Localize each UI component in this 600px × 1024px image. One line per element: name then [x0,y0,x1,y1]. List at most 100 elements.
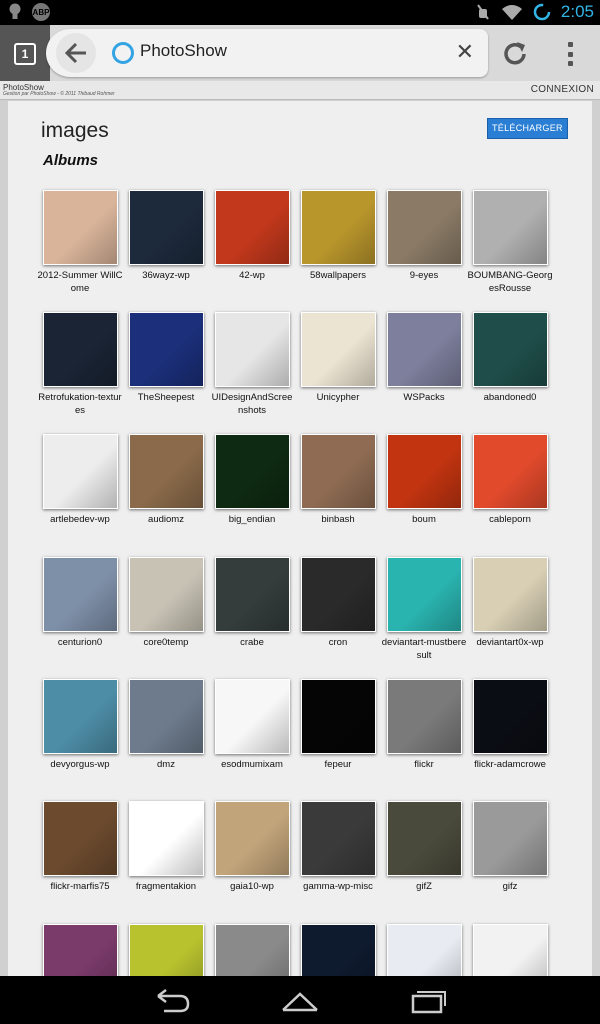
back-button[interactable] [56,33,96,73]
reload-icon[interactable] [500,39,530,69]
album-thumbnail[interactable] [42,434,118,509]
album-thumbnail[interactable] [386,557,462,632]
album-label[interactable]: Unicypher [295,391,381,404]
album-label[interactable]: fragmentakion [123,880,209,893]
album-label[interactable]: BOUMBANG-GeorgesRousse [467,269,553,295]
album-label[interactable]: fepeur [295,758,381,771]
album-label[interactable]: WSPacks [381,391,467,404]
album-label[interactable]: crabe [209,636,295,649]
album-item[interactable]: UIDesignAndScreenshots [209,312,295,417]
album-thumbnail[interactable] [472,434,548,509]
album-item[interactable]: gifz [467,801,553,893]
album-label[interactable]: flickr-marfis75 [37,880,123,893]
album-thumbnail[interactable] [472,679,548,754]
album-item[interactable] [381,924,467,976]
album-item[interactable]: cableporn [467,434,553,526]
album-label[interactable]: Retrofukation-textures [37,391,123,417]
album-item[interactable]: deviantart-mustberesult [381,557,467,662]
album-thumbnail[interactable] [472,557,548,632]
album-thumbnail[interactable] [42,924,118,976]
album-item[interactable]: crabe [209,557,295,649]
album-thumbnail[interactable] [300,679,376,754]
album-label[interactable]: deviantart0x-wp [467,636,553,649]
album-thumbnail[interactable] [42,190,118,265]
album-item[interactable]: core0temp [123,557,209,649]
album-item[interactable]: artlebedev-wp [37,434,123,526]
album-label[interactable]: TheSheepest [123,391,209,404]
album-thumbnail[interactable] [214,679,290,754]
album-label[interactable]: UIDesignAndScreenshots [209,391,295,417]
album-item[interactable] [295,924,381,976]
album-label[interactable]: core0temp [123,636,209,649]
album-item[interactable]: audiomz [123,434,209,526]
album-item[interactable]: flickr-marfis75 [37,801,123,893]
album-label[interactable]: cron [295,636,381,649]
album-item[interactable]: 9-eyes [381,190,467,282]
album-label[interactable]: audiomz [123,513,209,526]
album-label[interactable]: gamma-wp-misc [295,880,381,893]
album-item[interactable]: Retrofukation-textures [37,312,123,417]
album-label[interactable]: boum [381,513,467,526]
album-item[interactable]: centurion0 [37,557,123,649]
album-label[interactable]: gifZ [381,880,467,893]
album-item[interactable]: flickr-adamcrowe [467,679,553,771]
album-item[interactable]: gaia10-wp [209,801,295,893]
tab-switcher-button[interactable]: 1 [0,25,50,81]
album-thumbnail[interactable] [300,924,376,976]
album-label[interactable]: 9-eyes [381,269,467,282]
album-item[interactable]: WSPacks [381,312,467,404]
album-label[interactable]: gifz [467,880,553,893]
album-label[interactable]: deviantart-mustberesult [381,636,467,662]
album-label[interactable]: flickr-adamcrowe [467,758,553,771]
album-label[interactable]: centurion0 [37,636,123,649]
album-item[interactable]: gamma-wp-misc [295,801,381,893]
upload-button[interactable]: TÉLÉCHARGER [487,118,568,139]
album-thumbnail[interactable] [214,312,290,387]
album-thumbnail[interactable] [386,924,462,976]
album-label[interactable]: flickr [381,758,467,771]
home-nav-icon[interactable] [280,984,320,1016]
album-thumbnail[interactable] [42,679,118,754]
album-thumbnail[interactable] [128,801,204,876]
album-thumbnail[interactable] [42,312,118,387]
album-item[interactable]: devyorgus-wp [37,679,123,771]
album-thumbnail[interactable] [472,312,548,387]
album-thumbnail[interactable] [214,924,290,976]
album-thumbnail[interactable] [42,801,118,876]
album-label[interactable]: gaia10-wp [209,880,295,893]
album-item[interactable]: 36wayz-wp [123,190,209,282]
album-item[interactable]: dmz [123,679,209,771]
album-label[interactable]: binbash [295,513,381,526]
album-thumbnail[interactable] [128,924,204,976]
album-thumbnail[interactable] [472,190,548,265]
album-thumbnail[interactable] [472,801,548,876]
album-item[interactable]: flickr [381,679,467,771]
album-item[interactable]: binbash [295,434,381,526]
album-label[interactable]: big_endian [209,513,295,526]
album-thumbnail[interactable] [214,801,290,876]
album-label[interactable]: 2012-Summer WillCome [37,269,123,295]
album-thumbnail[interactable] [300,801,376,876]
album-label[interactable]: artlebedev-wp [37,513,123,526]
album-thumbnail[interactable] [386,801,462,876]
album-item[interactable]: gifZ [381,801,467,893]
album-thumbnail[interactable] [300,557,376,632]
album-thumbnail[interactable] [42,557,118,632]
album-thumbnail[interactable] [386,312,462,387]
album-item[interactable]: boum [381,434,467,526]
recents-nav-icon[interactable] [408,984,448,1016]
album-thumbnail[interactable] [386,679,462,754]
album-item[interactable] [467,924,553,976]
album-item[interactable]: big_endian [209,434,295,526]
omnibox[interactable]: PhotoShow ✕ [46,29,488,77]
album-label[interactable]: esodmumixam [209,758,295,771]
album-thumbnail[interactable] [128,557,204,632]
album-thumbnail[interactable] [128,434,204,509]
album-item[interactable]: Unicypher [295,312,381,404]
album-thumbnail[interactable] [214,190,290,265]
album-thumbnail[interactable] [128,312,204,387]
album-item[interactable]: BOUMBANG-GeorgesRousse [467,190,553,295]
album-item[interactable]: 58wallpapers [295,190,381,282]
album-thumbnail[interactable] [386,190,462,265]
back-nav-icon[interactable] [152,984,192,1016]
